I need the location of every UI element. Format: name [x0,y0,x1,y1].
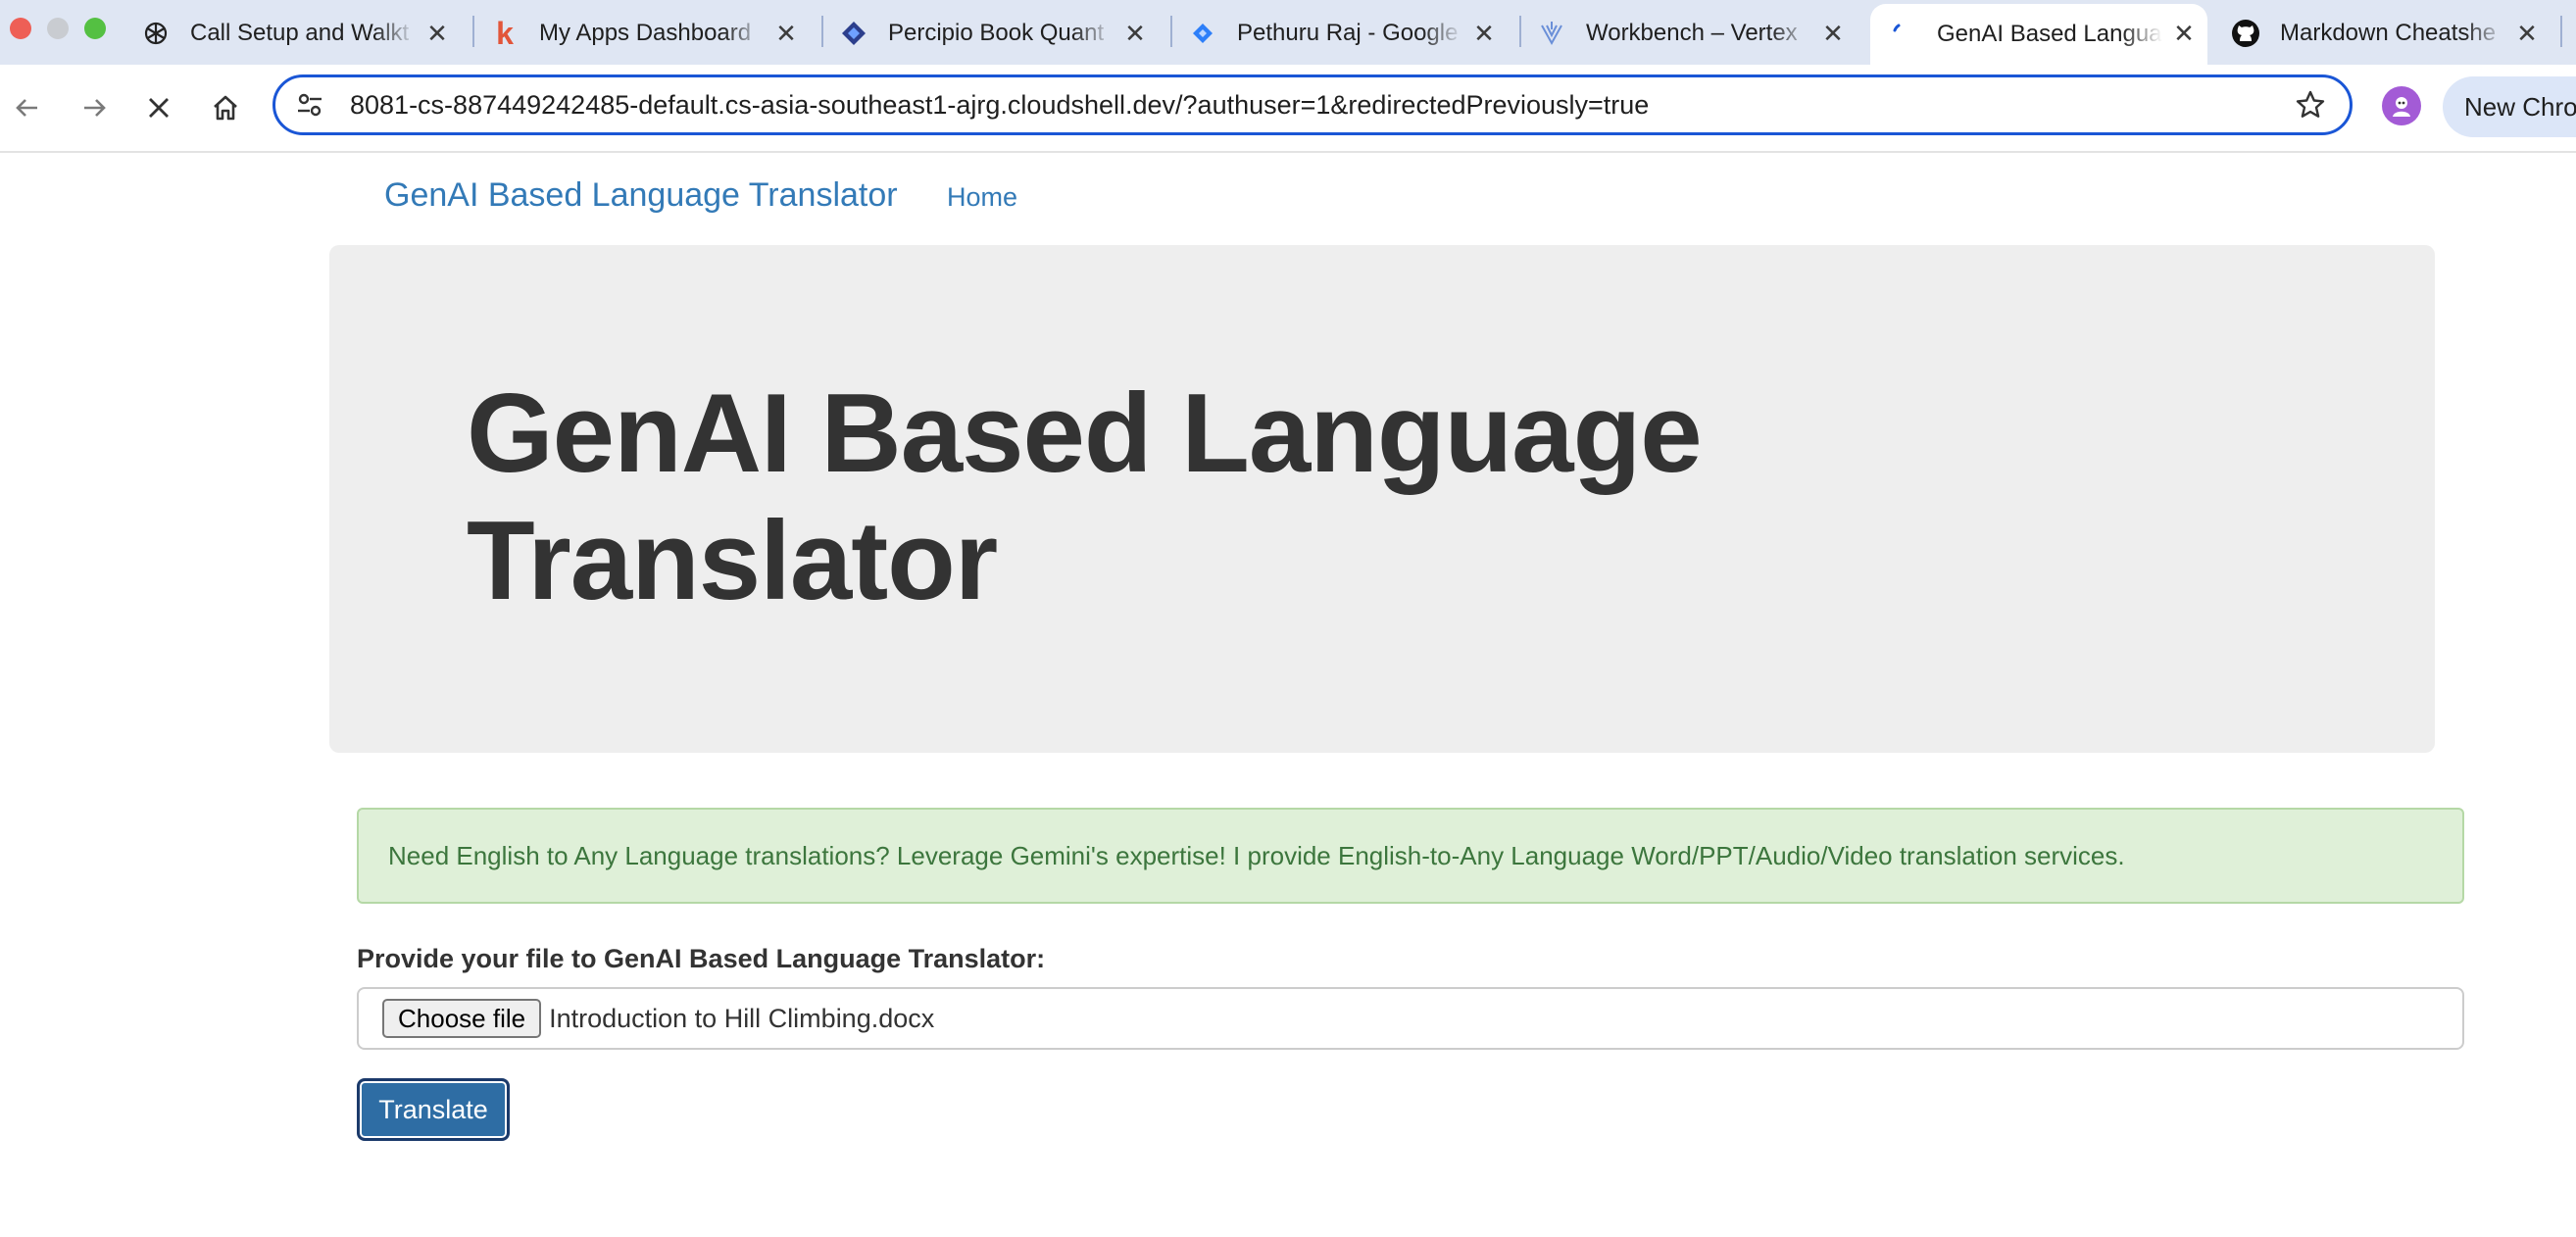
file-input[interactable]: Choose file Introduction to Hill Climbin… [357,987,2464,1050]
home-button[interactable] [200,82,251,133]
translate-button[interactable]: Translate [357,1078,510,1141]
window-close-button[interactable] [10,18,31,39]
tab-title: Percipio Book Quant [888,20,1105,46]
arrow-left-icon [16,99,37,117]
bookmark-star-icon[interactable] [2293,87,2328,123]
window-minimize-button[interactable] [47,18,69,39]
new-chrome-available-button[interactable]: New Chro [2443,76,2576,137]
tab-markdown-cheatsheet[interactable]: Markdown Cheatshe ✕ [2231,10,2551,57]
close-icon[interactable]: ✕ [1468,18,1500,49]
jumbotron: GenAI Based Language Translator [329,245,2435,753]
arrow-right-icon [84,99,106,117]
tab-separator [821,16,823,47]
window-maximize-button[interactable] [84,18,106,39]
close-icon[interactable]: ✕ [1119,18,1151,49]
tab-separator [472,16,474,47]
percipio-icon [839,19,868,48]
home-icon [214,95,237,121]
tab-genai-translator[interactable]: GenAI Based Langua ✕ [1870,4,2207,65]
close-icon [149,98,169,118]
info-alert: Need English to Any Language translation… [357,808,2464,904]
tab-call-setup[interactable]: Call Setup and Walkt ✕ [141,10,461,57]
close-icon[interactable]: ✕ [1817,18,1849,49]
tab-strip: Call Setup and Walkt ✕ k My Apps Dashboa… [0,0,2576,65]
address-bar[interactable]: 8081-cs-887449242485-default.cs-asia-sou… [272,74,2353,135]
tab-pethuru[interactable]: Pethuru Raj - Google ✕ [1188,10,1508,57]
github-icon [2231,19,2260,48]
profile-avatar[interactable] [2382,86,2421,125]
browser-toolbar: 8081-cs-887449242485-default.cs-asia-sou… [0,65,2576,153]
vertex-icon [1537,19,1566,48]
close-icon[interactable]: ✕ [2511,18,2543,49]
choose-file-button[interactable]: Choose file [382,999,542,1038]
tab-separator [2560,16,2562,47]
site-settings-icon[interactable] [295,90,324,120]
k-logo-icon: k [496,15,514,51]
forward-button[interactable] [69,82,120,133]
nav-home-link[interactable]: Home [947,182,1017,213]
openai-icon [141,19,171,48]
selected-file-name: Introduction to Hill Climbing.docx [549,1003,935,1033]
tab-title: GenAI Based Langua [1937,21,2162,47]
close-icon[interactable]: ✕ [770,18,802,49]
tab-separator [1519,16,1521,47]
tab-my-apps[interactable]: k My Apps Dashboard ✕ [490,10,810,57]
tab-title: Markdown Cheatshe [2280,20,2497,46]
page-title: GenAI Based Language Translator [467,371,1703,623]
tab-workbench[interactable]: Workbench – Vertex ✕ [1537,10,1857,57]
tab-title: Workbench – Vertex [1586,20,1798,46]
avatar-icon [2393,97,2410,117]
file-upload-label: Provide your file to GenAI Based Languag… [357,944,1046,973]
tab-title: Call Setup and Walkt [190,20,410,46]
loading-icon [1888,20,1917,49]
tab-separator [1170,16,1172,47]
tab-percipio[interactable]: Percipio Book Quant ✕ [839,10,1159,57]
url-text[interactable]: 8081-cs-887449242485-default.cs-asia-sou… [350,90,2293,121]
back-button[interactable] [2,82,53,133]
stop-loading-button[interactable] [133,82,184,133]
navbar-brand-link[interactable]: GenAI Based Language Translator [384,176,898,215]
tab-title: My Apps Dashboard [539,20,752,46]
jira-icon [1188,19,1217,48]
close-icon[interactable]: ✕ [421,18,453,49]
tab-title: Pethuru Raj - Google [1237,20,1459,46]
close-icon[interactable]: ✕ [2168,18,2200,49]
